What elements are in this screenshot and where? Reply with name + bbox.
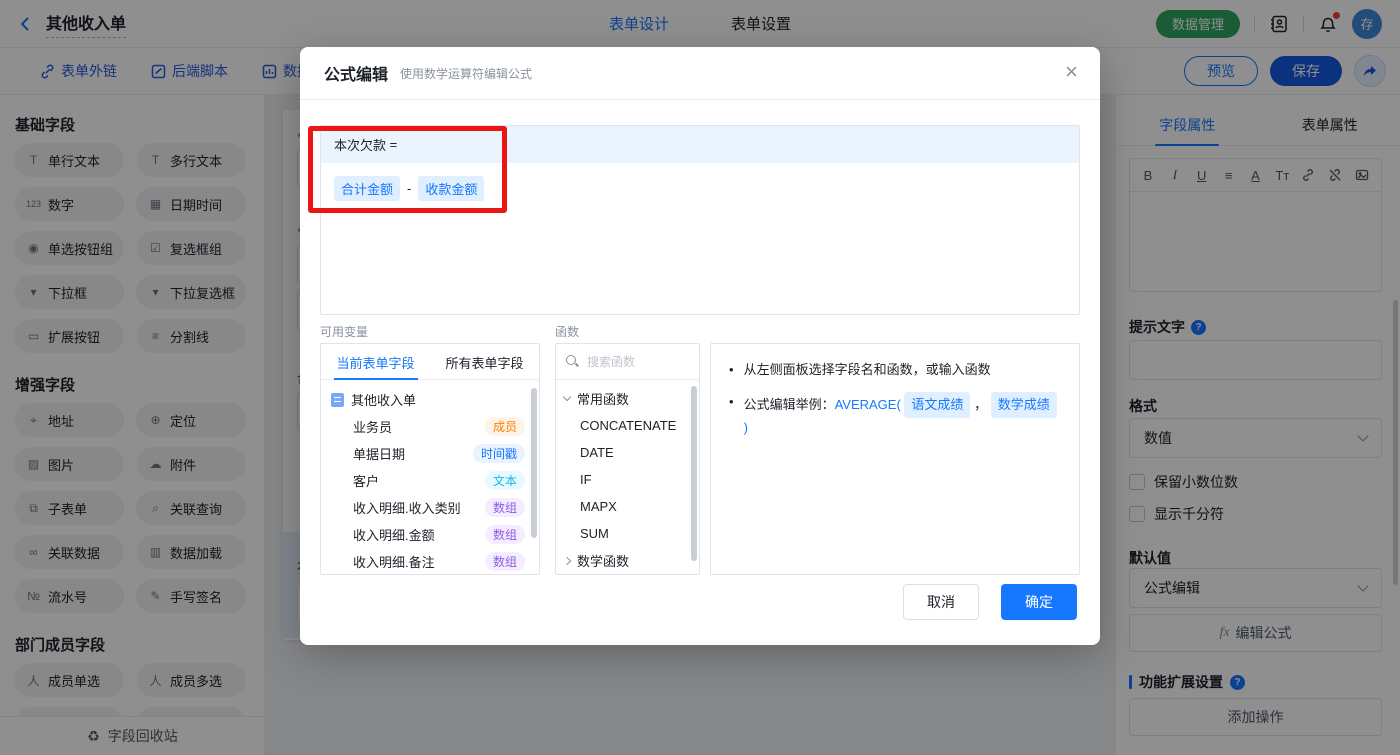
example-chip: 语文成绩 (904, 392, 971, 418)
search-icon (566, 355, 579, 368)
example-chip: 数学成绩 (990, 392, 1057, 418)
modal-title: 公式编辑 (324, 67, 389, 84)
variable-row[interactable]: 收入明细.收入类别 数组 (321, 494, 539, 521)
type-badge: 时间戳 (472, 444, 525, 463)
variables-label: 可用变量 (320, 325, 369, 339)
tab-all-form-fields[interactable]: 所有表单字段 (430, 344, 539, 379)
function-item[interactable]: IF (556, 466, 699, 493)
functions-label: 函数 (555, 325, 580, 339)
type-badge: 数组 (484, 525, 525, 544)
function-item[interactable]: MAPX (556, 493, 699, 520)
field-chip[interactable]: 合计金额 (334, 176, 401, 201)
function-search[interactable]: 搜索函数 (556, 344, 699, 380)
function-item[interactable]: SUM (556, 520, 699, 547)
type-badge: 成员 (484, 417, 525, 436)
variable-row[interactable]: 收入明细.金额 数组 (321, 521, 539, 548)
search-placeholder: 搜索函数 (587, 355, 636, 369)
variable-row[interactable]: 单据日期 时间戳 (321, 440, 539, 467)
document-icon (331, 392, 344, 407)
type-badge: 数组 (484, 498, 525, 517)
help-tip-example: • 公式编辑举例：AVERAGE( 语文成绩 ， 数学成绩 ) (729, 392, 1061, 438)
confirm-button[interactable]: 确定 (1001, 584, 1077, 620)
variables-scrollbar[interactable] (531, 388, 537, 538)
form-designer-app: 其他收入单 表单设计 表单设置 数据管理 存 表单外链 后端脚本 预览 保存 基… (0, 0, 1400, 755)
variables-tree: 其他收入单 业务员 成员 单据日期 时间戳 客户 文本 收入明细.收入类别 数组 (321, 380, 539, 574)
minus-operator: - (407, 181, 412, 196)
variable-row[interactable]: 业务员 成员 (321, 413, 539, 440)
close-icon[interactable]: × (1065, 61, 1078, 83)
variables-panel: 当前表单字段 所有表单字段 其他收入单 业务员 成员 单据日期 时间戳 客户 文… (320, 343, 540, 575)
modal-header: 公式编辑 使用数学运算符编辑公式 × (300, 47, 1100, 100)
function-item[interactable]: CONCATENATE (556, 412, 699, 439)
variables-tabs: 当前表单字段 所有表单字段 (321, 344, 539, 380)
functions-panel: 搜索函数 常用函数 CONCATENATE DATE IF MAPX SUM 数… (555, 343, 700, 575)
type-badge: 数组 (484, 552, 525, 571)
function-group-common[interactable]: 常用函数 (556, 385, 699, 412)
function-item[interactable]: DATE (556, 439, 699, 466)
tree-root-form[interactable]: 其他收入单 (321, 386, 539, 413)
formula-expression[interactable]: 合计金额 - 收款金额 (321, 163, 1079, 214)
modal-subtitle: 使用数学运算符编辑公式 (400, 66, 533, 81)
chevron-right-icon (562, 556, 572, 565)
tab-current-form-fields[interactable]: 当前表单字段 (321, 344, 430, 379)
help-panel: • 从左侧面板选择字段名和函数，或输入函数 • 公式编辑举例：AVERAGE( 语… (710, 343, 1080, 575)
formula-edit-modal: 公式编辑 使用数学运算符编辑公式 × 本次欠款 = 合计金额 - 收款金额 可用… (300, 47, 1100, 645)
help-tip: • 从左侧面板选择字段名和函数，或输入函数 (729, 362, 991, 377)
formula-target-row: 本次欠款 = (321, 126, 1079, 163)
functions-scrollbar[interactable] (691, 386, 697, 561)
formula-editor[interactable]: 本次欠款 = 合计金额 - 收款金额 (320, 125, 1080, 315)
function-group-text[interactable]: 文本函数 (556, 574, 699, 575)
field-chip[interactable]: 收款金额 (418, 176, 485, 201)
variable-row[interactable]: 收入明细.备注 数组 (321, 548, 539, 574)
variable-row[interactable]: 客户 文本 (321, 467, 539, 494)
function-group-math[interactable]: 数学函数 (556, 547, 699, 574)
cancel-button[interactable]: 取消 (903, 584, 979, 620)
chevron-down-icon (562, 392, 572, 402)
type-badge: 文本 (484, 471, 525, 490)
